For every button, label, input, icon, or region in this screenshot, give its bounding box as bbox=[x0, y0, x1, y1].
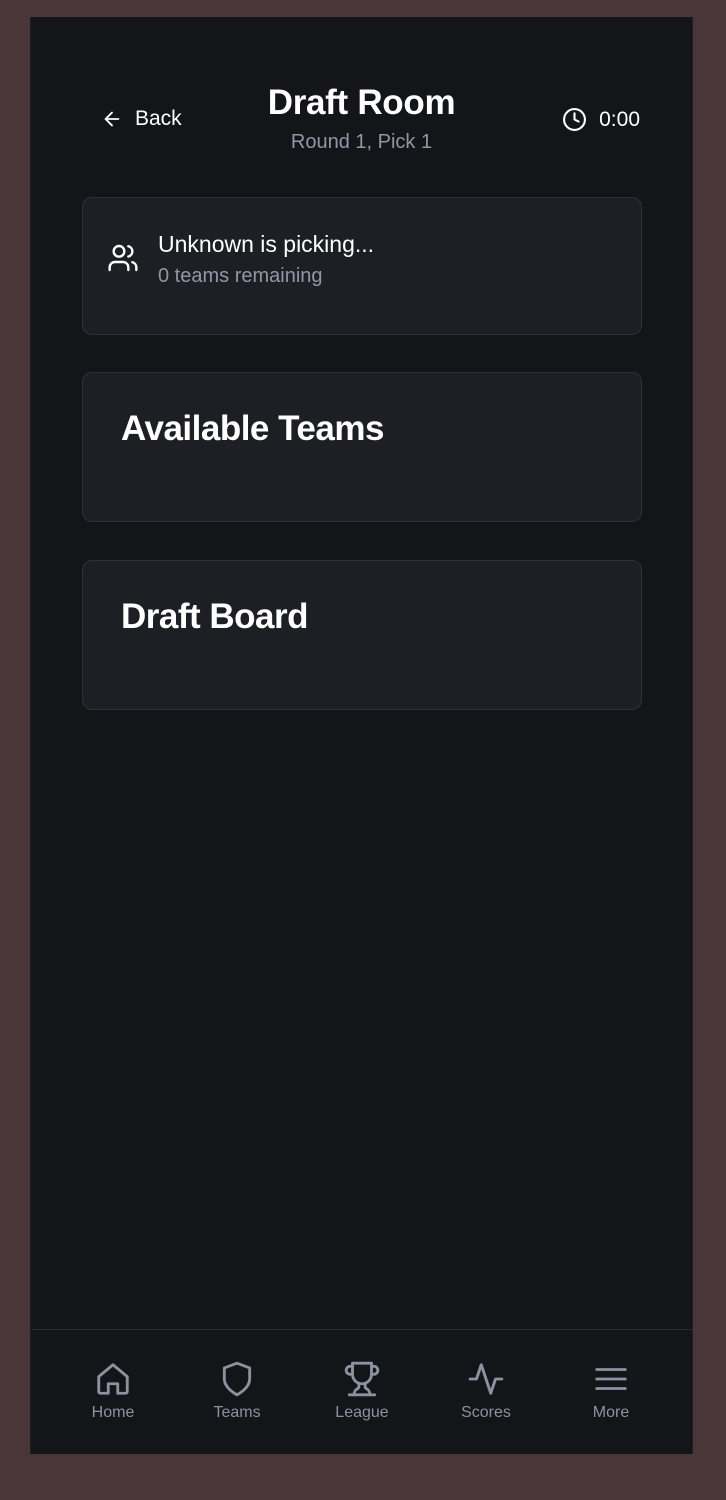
timer-value: 0:00 bbox=[599, 107, 640, 131]
available-teams-heading: Available Teams bbox=[121, 409, 384, 448]
teams-remaining-text: 0 teams remaining bbox=[158, 265, 323, 287]
picking-status-text: Unknown is picking... bbox=[158, 231, 375, 257]
tab-more[interactable]: More bbox=[561, 1360, 661, 1422]
tab-more-label: More bbox=[592, 1404, 630, 1421]
tab-scores-label: Scores bbox=[461, 1404, 511, 1421]
pick-timer: 0:00 bbox=[562, 107, 640, 132]
round-pick-subtitle: Round 1, Pick 1 bbox=[290, 131, 433, 153]
tab-scores[interactable]: Scores bbox=[436, 1360, 536, 1422]
header: Back Draft Room Round 1, Pick 1 0:00 bbox=[31, 17, 692, 187]
bottom-tab-bar: Home Teams League Scores More bbox=[31, 1329, 692, 1454]
tab-teams[interactable]: Teams bbox=[187, 1360, 287, 1422]
clock-icon bbox=[563, 108, 587, 131]
tab-home[interactable]: Home bbox=[63, 1360, 163, 1422]
menu-icon bbox=[595, 1368, 627, 1390]
users-icon bbox=[108, 244, 138, 272]
tab-teams-label: Teams bbox=[213, 1404, 261, 1421]
app-screen: Back Draft Room Round 1, Pick 1 0:00 Unk… bbox=[30, 17, 693, 1454]
trophy-icon bbox=[344, 1361, 380, 1397]
draft-board-card: Draft Board bbox=[82, 560, 642, 710]
activity-icon bbox=[468, 1363, 504, 1395]
draft-board-heading: Draft Board bbox=[121, 597, 309, 636]
current-pick-card: Unknown is picking... 0 teams remaining bbox=[82, 197, 642, 335]
available-teams-card: Available Teams bbox=[82, 372, 642, 522]
shield-icon bbox=[222, 1361, 252, 1397]
tab-league[interactable]: League bbox=[312, 1360, 412, 1422]
tab-league-label: League bbox=[335, 1404, 389, 1421]
tab-home-label: Home bbox=[91, 1404, 135, 1421]
home-icon bbox=[97, 1363, 129, 1395]
